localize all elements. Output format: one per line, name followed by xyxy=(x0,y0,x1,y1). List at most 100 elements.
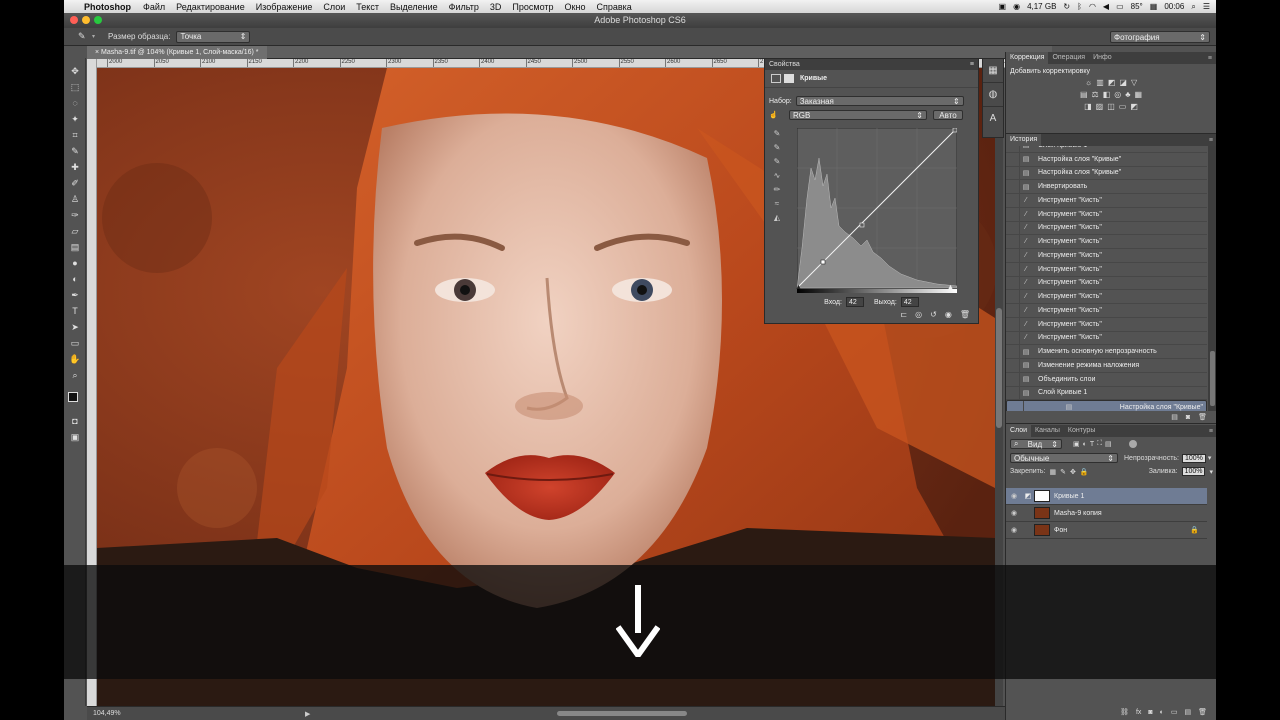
blur-tool-icon[interactable]: ● xyxy=(67,256,83,270)
invert-icon[interactable]: ◨ xyxy=(1084,102,1092,111)
color-balance-icon[interactable]: ⚖ xyxy=(1092,90,1099,99)
menu-edit[interactable]: Редактирование xyxy=(176,2,245,12)
menu-layers[interactable]: Слои xyxy=(323,2,345,12)
history-source-checkbox[interactable] xyxy=(1006,221,1020,235)
panel-menu-icon[interactable]: ≡ xyxy=(1209,137,1213,144)
tab-adjustments[interactable]: Коррекция xyxy=(1006,52,1049,64)
output-value-field[interactable]: 42 xyxy=(900,297,919,307)
delete-icon[interactable]: 🗑 xyxy=(960,310,970,319)
screen-mode-icon[interactable]: ▣ xyxy=(67,430,83,444)
history-state[interactable]: ▤ Изменение режима наложения xyxy=(1006,359,1207,373)
history-state[interactable]: ▤ Инвертировать xyxy=(1006,180,1207,194)
history-state[interactable]: ⁄ Инструмент "Кисть" xyxy=(1006,262,1207,277)
crop-tool-icon[interactable]: ⌗ xyxy=(67,128,83,142)
view-previous-icon[interactable]: ◎ xyxy=(915,310,922,319)
lock-position-icon[interactable]: ✥ xyxy=(1070,468,1076,476)
visibility-eye-icon[interactable]: ◉ xyxy=(1006,526,1022,534)
camera-icon[interactable]: ▣ xyxy=(999,2,1007,11)
fill-slider-icon[interactable]: ▾ xyxy=(1209,468,1213,476)
lookup-icon[interactable]: ▦ xyxy=(1134,90,1142,99)
tab-paths[interactable]: Контуры xyxy=(1064,425,1099,437)
history-state[interactable]: ⁄ Инструмент "Кисть" xyxy=(1006,290,1207,304)
eyedropper-tool-icon[interactable]: ✎ xyxy=(78,31,92,42)
eraser-tool-icon[interactable]: ▱ xyxy=(67,224,83,238)
history-source-checkbox[interactable] xyxy=(1010,401,1024,411)
clip-to-layer-icon[interactable]: ⊏ xyxy=(900,310,907,319)
input-value-field[interactable]: 42 xyxy=(845,297,864,307)
character-icon[interactable]: A xyxy=(983,107,1003,131)
move-tool-icon[interactable]: ✥ xyxy=(67,64,83,78)
history-state[interactable]: ⁄ Инструмент "Кисть" xyxy=(1006,317,1207,332)
flag-icon[interactable]: ▦ xyxy=(1150,2,1158,11)
layer-row-curves[interactable]: ◉ ◩ Кривые 1 xyxy=(1006,488,1207,505)
history-state[interactable]: ▤ Слой Кривые 1 xyxy=(1006,386,1207,401)
wifi-icon[interactable]: ◠ xyxy=(1089,2,1096,11)
properties-tab[interactable]: Свойства ≡ xyxy=(765,59,978,70)
blend-mode-select[interactable]: Обычные ⇕ xyxy=(1010,453,1118,463)
menu-image[interactable]: Изображение xyxy=(256,2,313,12)
zoom-tool-icon[interactable]: ⌕ xyxy=(67,368,83,382)
swatches-icon[interactable]: ▦ xyxy=(983,59,1003,83)
history-source-checkbox[interactable] xyxy=(1006,166,1020,180)
hand-tool-icon[interactable]: ✋ xyxy=(67,352,83,366)
lasso-tool-icon[interactable]: ◌ xyxy=(67,96,83,110)
layer-row-background[interactable]: ◉ Фон 🔒 xyxy=(1006,522,1207,539)
layer-filter-select[interactable]: ⌕ Вид ⇕ xyxy=(1010,439,1062,449)
curve-point[interactable] xyxy=(820,259,826,265)
layer-name[interactable]: Masha-9 копия xyxy=(1054,510,1102,517)
filter-smart-icon[interactable]: ▤ xyxy=(1105,440,1112,448)
menu-select[interactable]: Выделение xyxy=(390,2,438,12)
visibility-eye-icon[interactable]: ◉ xyxy=(1006,492,1022,500)
history-source-checkbox[interactable] xyxy=(1006,304,1020,317)
shape-tool-icon[interactable]: ▭ xyxy=(67,336,83,350)
new-layer-icon[interactable]: ▤ xyxy=(1184,708,1191,716)
exposure-icon[interactable]: ◪ xyxy=(1119,78,1127,87)
history-source-checkbox[interactable] xyxy=(1006,317,1020,331)
new-group-icon[interactable]: ▭ xyxy=(1171,708,1178,716)
clone-stamp-icon[interactable]: ♙ xyxy=(67,192,83,206)
styles-icon[interactable]: ◍ xyxy=(983,83,1003,107)
delete-layer-icon[interactable]: 🗑 xyxy=(1198,708,1207,716)
brightness-icon[interactable]: ☼ xyxy=(1085,78,1092,87)
history-source-checkbox[interactable] xyxy=(1006,386,1020,400)
lock-transparent-icon[interactable]: ▦ xyxy=(1049,468,1056,476)
history-state[interactable]: ⁄ Инструмент "Кисть" xyxy=(1006,235,1207,249)
menu-type[interactable]: Текст xyxy=(356,2,379,12)
preset-select[interactable]: Заказная ⇕ xyxy=(795,96,964,106)
pen-tool-icon[interactable]: ✒ xyxy=(67,288,83,302)
history-source-checkbox[interactable] xyxy=(1006,262,1020,276)
history-state[interactable]: ▤ Настройка слоя "Кривые" xyxy=(1006,152,1207,167)
lock-pixels-icon[interactable]: ✎ xyxy=(1060,468,1066,476)
white-point-slider[interactable]: ▲ xyxy=(947,284,954,291)
history-brush-icon[interactable]: ✑ xyxy=(67,208,83,222)
history-source-checkbox[interactable] xyxy=(1006,152,1020,166)
curves-graph[interactable] xyxy=(797,128,957,288)
clock[interactable]: 00:06 xyxy=(1164,2,1184,11)
targeted-adjust-icon[interactable]: ☝ xyxy=(769,111,789,119)
app-menu[interactable]: Photoshop xyxy=(84,2,131,12)
history-state[interactable]: ⁄ Инструмент "Кисть" xyxy=(1006,276,1207,291)
history-source-checkbox[interactable] xyxy=(1006,180,1020,193)
layer-mask-thumbnail[interactable] xyxy=(1034,490,1050,502)
marquee-tool-icon[interactable]: ⬚ xyxy=(67,80,83,94)
dodge-tool-icon[interactable]: ◐ xyxy=(67,272,83,286)
sample-white-icon[interactable]: ✎ xyxy=(769,155,785,169)
history-state[interactable]: ⁄ Инструмент "Кисть" xyxy=(1006,207,1207,222)
new-adjustment-icon[interactable]: ◐ xyxy=(1160,709,1164,716)
history-source-checkbox[interactable] xyxy=(1006,194,1020,207)
scrollbar-thumb[interactable] xyxy=(996,308,1002,428)
posterize-icon[interactable]: ▨ xyxy=(1096,102,1104,111)
black-point-slider[interactable]: ▲ xyxy=(795,284,802,291)
history-state[interactable]: ▤ Настройка слоя "Кривые" xyxy=(1006,400,1207,411)
gradient-map-icon[interactable]: ▭ xyxy=(1119,102,1127,111)
visibility-eye-icon[interactable]: ◉ xyxy=(1006,509,1022,517)
channel-select[interactable]: RGB ⇕ xyxy=(789,110,927,120)
history-source-checkbox[interactable] xyxy=(1006,345,1020,358)
tab-layers[interactable]: Слои xyxy=(1006,425,1032,437)
menu-window[interactable]: Окно xyxy=(565,2,586,12)
healing-brush-icon[interactable]: ✚ xyxy=(67,160,83,174)
gradient-tool-icon[interactable]: ▤ xyxy=(67,240,83,254)
curve-point[interactable] xyxy=(859,222,865,228)
panel-menu-icon[interactable]: ≡ xyxy=(970,59,974,70)
add-mask-icon[interactable]: ◙ xyxy=(1148,709,1152,716)
